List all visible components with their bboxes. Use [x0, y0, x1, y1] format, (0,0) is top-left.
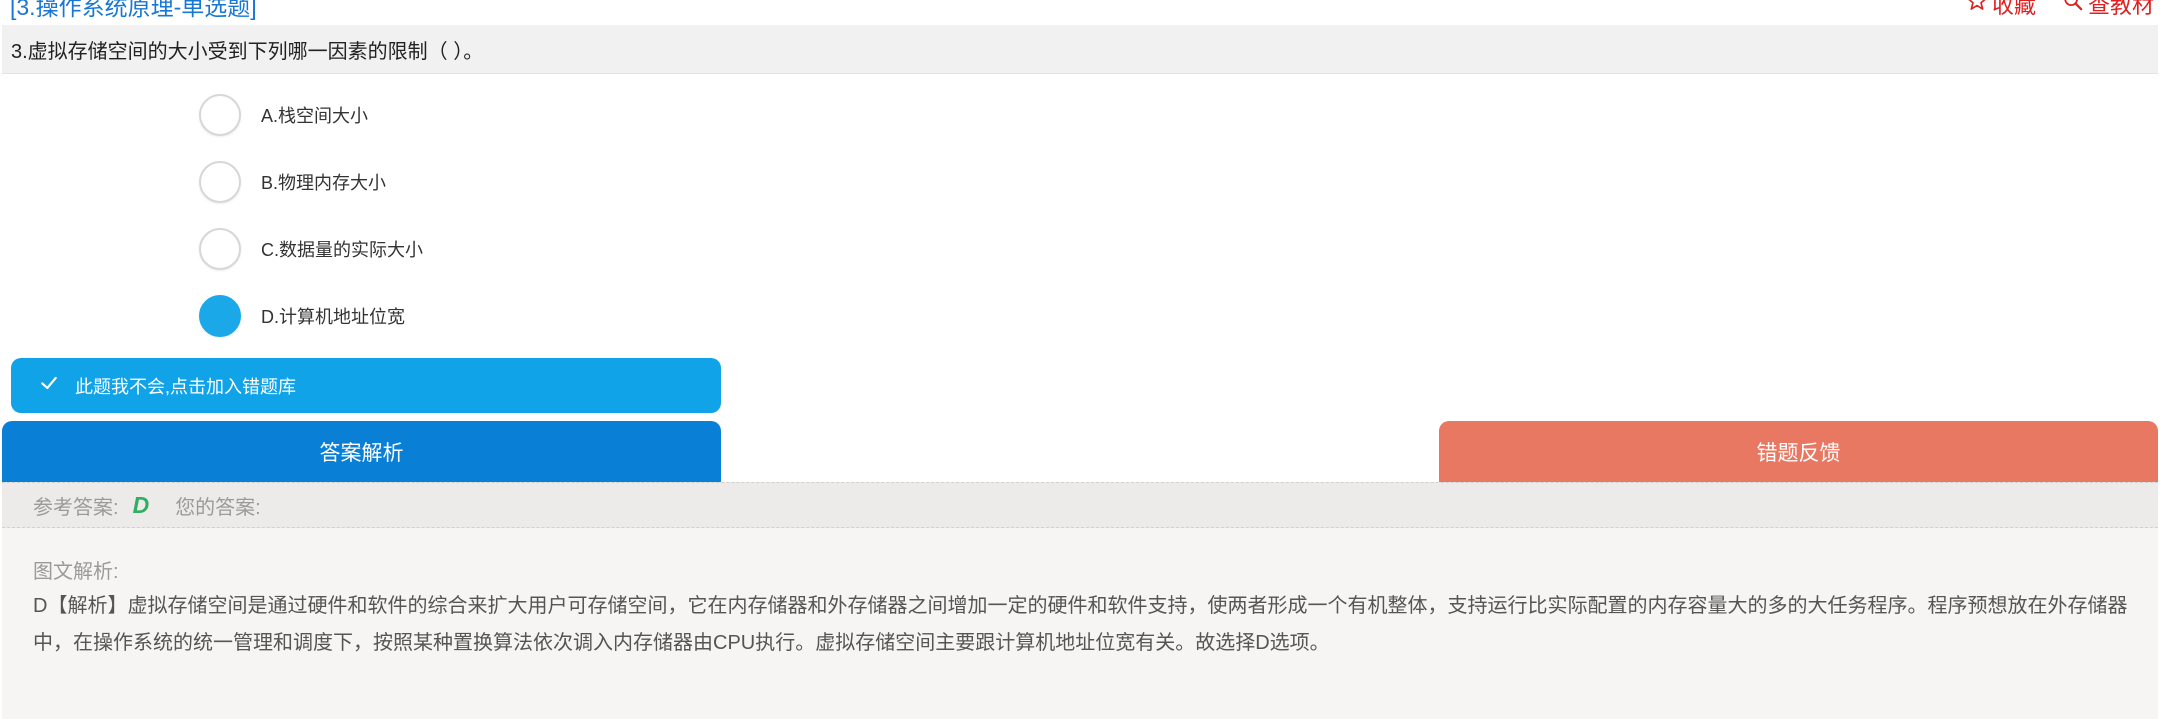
option-d[interactable]: D.计算机地址位宽	[199, 295, 405, 337]
your-answer-label: 您的答案:	[175, 496, 261, 519]
textbook-label: 查教材	[2087, 0, 2154, 18]
option-d-label: D.计算机地址位宽	[261, 307, 405, 327]
option-c-radio[interactable]	[199, 228, 241, 270]
check-icon	[39, 373, 75, 398]
option-c-label: C.数据量的实际大小	[261, 240, 423, 260]
answer-row: 参考答案: D 您的答案:	[2, 482, 2158, 528]
analysis-body: D【解析】虚拟存储空间是通过硬件和软件的综合来扩大用户可存储空间，它在内存储器和…	[33, 595, 2128, 654]
favorite-label: 收藏	[1991, 0, 2036, 18]
answer-analysis-button[interactable]: 答案解析	[2, 421, 721, 482]
option-a-label: A.栈空间大小	[261, 106, 369, 126]
error-feedback-button[interactable]: 错题反馈	[1439, 421, 2158, 482]
search-icon	[2062, 0, 2084, 18]
question-text: 3.虚拟存储空间的大小受到下列哪一因素的限制（ ）。	[2, 25, 2158, 74]
favorite-button[interactable]: 收藏	[1966, 0, 2036, 20]
question-page: [3.操作系统原理-单选题] 收藏 查教材 3.虚拟存储空间的大小受到下列哪一因…	[0, 0, 2160, 719]
wrong-book-label: 此题我不会,点击加入错题库	[75, 376, 296, 397]
section-title: [3.操作系统原理-单选题]	[10, 0, 257, 20]
option-c[interactable]: C.数据量的实际大小	[199, 228, 423, 270]
add-to-wrong-book-button[interactable]: 此题我不会,点击加入错题库	[11, 358, 721, 413]
top-actions: 收藏 查教材	[1966, 0, 2154, 20]
option-d-radio[interactable]	[199, 295, 241, 337]
star-icon	[1966, 0, 1988, 18]
option-b[interactable]: B.物理内存大小	[199, 161, 386, 203]
ref-answer-label: 参考答案:	[33, 496, 119, 519]
analysis-title: 图文解析:	[33, 561, 119, 583]
option-b-label: B.物理内存大小	[261, 173, 387, 193]
analysis-panel: 图文解析: D【解析】虚拟存储空间是通过硬件和软件的综合来扩大用户可存储空间，它…	[2, 528, 2158, 719]
option-a-radio[interactable]	[199, 94, 241, 136]
top-bar: [3.操作系统原理-单选题] 收藏 查教材	[0, 0, 2160, 25]
ref-answer-value: D	[132, 491, 150, 518]
option-a[interactable]: A.栈空间大小	[199, 94, 368, 136]
option-b-radio[interactable]	[199, 161, 241, 203]
view-textbook-button[interactable]: 查教材	[2062, 0, 2154, 20]
